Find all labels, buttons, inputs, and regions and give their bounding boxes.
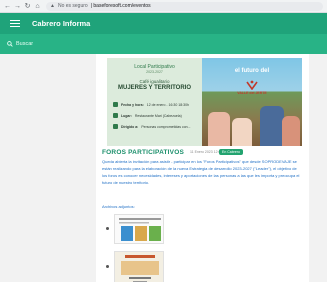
poster-row-date: Fecha y hora: 12 de enero - 16:30 18:30h [113,102,189,107]
attachment-thumbnail[interactable] [114,214,164,244]
event-description: Queda abierta la invitación para asistir… [102,159,300,185]
poster-right-title: el futuro del [234,68,270,74]
back-arrow-icon[interactable]: ← [4,3,11,10]
poster-row-audience: Dirigido a: Personas comprometidas con..… [113,124,191,129]
forward-arrow-icon[interactable]: → [14,3,21,10]
reload-icon[interactable]: ↻ [24,3,31,10]
list-bullet [106,265,109,268]
person-photo [232,118,252,146]
poster-row-place: Lugar: Restaurante Mari (Cabezuela) [113,113,182,118]
poster-right: el futuro del VALLE del JERTE [202,58,302,146]
row-label: Fecha y hora: [121,102,144,107]
address-bar[interactable]: ▲ No es seguro | baseforesoft.com/evento… [46,1,323,11]
row-label: Lugar: [121,113,132,118]
attachments-label: Archivos adjuntos: [102,204,135,209]
people-icon [113,124,118,129]
app-header: Cabrero Informa [0,13,327,34]
person-photo [260,106,284,146]
row-value: Restaurante Mari (Cabezuela) [134,113,182,118]
security-label: No es seguro [57,3,88,9]
person-photo [282,116,300,146]
poster-year: 2023-2027 [146,70,163,74]
event-panel: Local Participativo 2023-2027 Café igual… [96,54,309,282]
app-title: Cabrero Informa [32,19,91,28]
row-label: Dirigido a: [121,124,139,129]
person-photo [208,112,230,146]
search-placeholder: Buscar [16,41,34,47]
location-icon [113,113,118,118]
row-value: Personas comprometidas con... [141,124,191,129]
poster-headline: MUJERES Y TERRITORIO [117,85,192,91]
event-title: FOROS PARTICIPATIVOS [102,149,185,156]
menu-icon[interactable] [10,20,20,27]
calendar-icon [113,102,118,107]
document-preview-icon [115,215,163,243]
search-bar[interactable]: Buscar [0,34,327,54]
poster-logo-text: VALLE del JERTE [237,91,267,95]
warning-icon: ▲ [50,3,55,9]
list-bullet [106,227,109,230]
poster-subtitle: Café igualitario [139,79,170,84]
valle-jerte-logo-icon [246,80,258,90]
browser-toolbar: ← → ↻ ⌂ ▲ No es seguro | baseforesoft.co… [0,0,327,13]
poster-preview-icon [115,252,163,282]
row-value: 12 de enero - 16:30 18:30h [146,102,189,107]
event-date: 11 Enero 2023 12:00 [190,150,223,154]
event-banner[interactable]: Local Participativo 2023-2027 Café igual… [107,58,302,146]
location-badge: En Cabrero [219,149,243,155]
url-text: | baseforesoft.com/eventos [90,3,151,9]
poster-left: Local Participativo 2023-2027 Café igual… [107,58,202,146]
search-icon [7,41,13,47]
home-icon[interactable]: ⌂ [34,3,41,10]
attachment-thumbnail[interactable] [114,251,164,282]
